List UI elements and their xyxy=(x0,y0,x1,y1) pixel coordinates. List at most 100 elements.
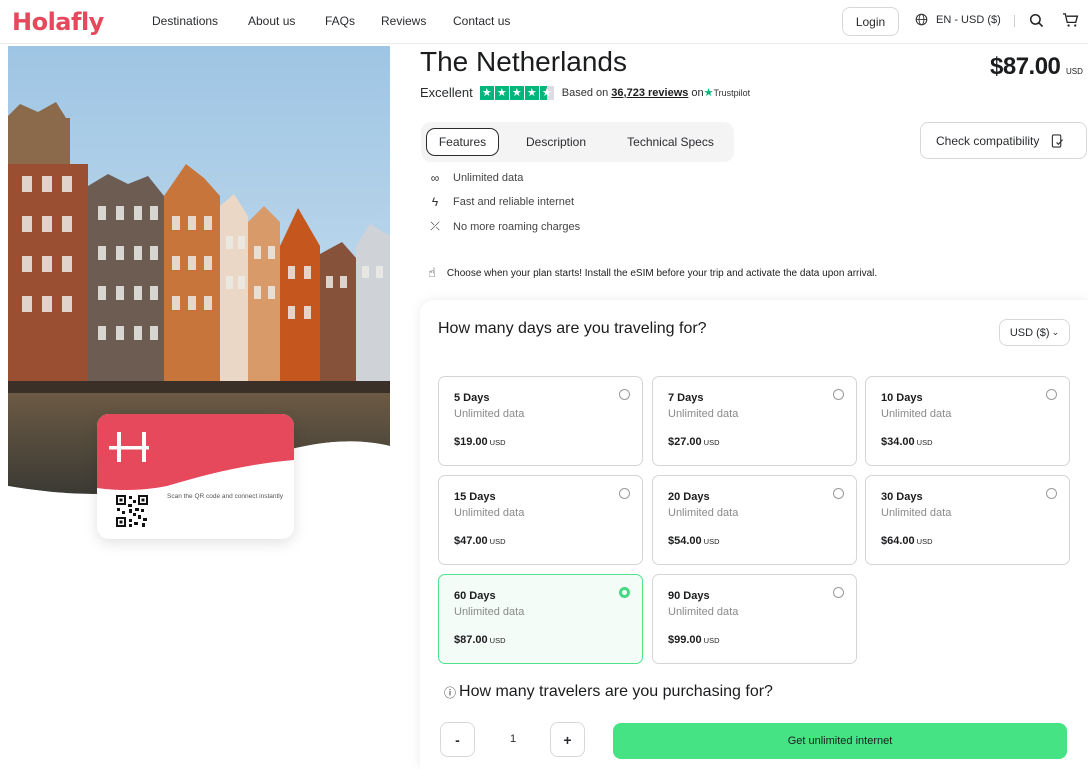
check-compatibility-button[interactable]: Check compatibility xyxy=(920,122,1087,159)
no-roaming-icon: ⤫ xyxy=(430,219,440,233)
language-currency-label: EN - USD ($) xyxy=(936,13,1001,26)
plan-price: $34.00 USD xyxy=(881,436,933,448)
on-label: on xyxy=(691,87,704,99)
plan-days: 60 Days xyxy=(454,590,496,602)
lightning-icon: ϟ xyxy=(431,195,439,209)
cart-icon[interactable] xyxy=(1062,12,1079,28)
nav-contact-us[interactable]: Contact us xyxy=(453,14,510,28)
holafly-logo[interactable]: Holafly xyxy=(12,8,104,36)
plan-data: Unlimited data xyxy=(454,408,525,420)
plan-option-30-days[interactable]: 30 Days Unlimited data $64.00 USD xyxy=(865,475,1070,565)
trustpilot-name: Trustpilot xyxy=(713,88,751,98)
increase-travelers-button[interactable]: + xyxy=(550,722,585,757)
login-button[interactable]: Login xyxy=(842,7,899,36)
plan-option-15-days[interactable]: 15 Days Unlimited data $47.00 USD xyxy=(438,475,643,565)
infinity-icon: ∞ xyxy=(430,171,440,185)
plan-data: Unlimited data xyxy=(668,507,739,519)
star-icon: ★ xyxy=(524,85,539,100)
currency-select[interactable]: USD ($) ⌄ xyxy=(999,319,1070,346)
star-icon: ★ xyxy=(494,85,509,100)
nav-destinations[interactable]: Destinations xyxy=(152,14,218,28)
plan-data: Unlimited data xyxy=(881,408,952,420)
plan-radio[interactable] xyxy=(1046,488,1057,499)
feature-item: ⤫ No more roaming charges xyxy=(428,219,580,234)
feature-label: Unlimited data xyxy=(453,172,524,184)
plan-option-10-days[interactable]: 10 Days Unlimited data $34.00 USD xyxy=(865,376,1070,466)
plan-option-90-days[interactable]: 90 Days Unlimited data $99.00 USD xyxy=(652,574,857,664)
plan-radio[interactable] xyxy=(833,389,844,400)
plan-price: $27.00 USD xyxy=(668,436,720,448)
plan-days: 10 Days xyxy=(881,392,923,404)
plan-days: 15 Days xyxy=(454,491,496,503)
plan-option-5-days[interactable]: 5 Days Unlimited data $19.00 USD xyxy=(438,376,643,466)
globe-icon xyxy=(915,13,928,26)
travelers-question-text: How many travelers are you purchasing fo… xyxy=(459,683,773,700)
plan-option-60-days[interactable]: 60 Days Unlimited data $87.00 USD xyxy=(438,574,643,664)
esim-card-header xyxy=(97,414,294,490)
reviews-count-link[interactable]: 36,723 reviews xyxy=(611,87,688,99)
plan-selector-panel: How many days are you traveling for? USD… xyxy=(420,300,1088,769)
reviews-summary: Based on 36,723 reviews xyxy=(562,87,689,99)
trustpilot-rating: Excellent ★ ★ ★ ★ ★ Based on 36,723 revi… xyxy=(420,85,750,100)
page-title: The Netherlands xyxy=(420,46,628,77)
search-icon[interactable] xyxy=(1029,13,1044,28)
star-icon: ★ xyxy=(479,85,494,100)
travelers-quantity: 1 xyxy=(510,733,517,745)
based-on-label: Based on xyxy=(561,86,609,99)
plan-radio[interactable] xyxy=(833,488,844,499)
info-icon[interactable]: ⓘ xyxy=(444,684,456,701)
product-price: $87.00 xyxy=(990,53,1061,80)
plan-days: 20 Days xyxy=(668,491,710,503)
nav-reviews[interactable]: Reviews xyxy=(381,14,426,28)
feature-item: ϟ Fast and reliable internet xyxy=(428,195,574,209)
plan-radio[interactable] xyxy=(833,587,844,598)
rating-stars: ★ ★ ★ ★ ★ xyxy=(479,85,554,100)
check-compatibility-label: Check compatibility xyxy=(936,133,1040,148)
chevron-down-icon: ⌄ xyxy=(1051,327,1060,337)
nav-about-us[interactable]: About us xyxy=(248,14,295,28)
plan-price: $47.00 USD xyxy=(454,535,506,547)
half-star-icon: ★ xyxy=(539,85,554,100)
plan-days: 30 Days xyxy=(881,491,923,503)
product-price-currency: USD xyxy=(1066,67,1083,76)
esim-card-caption: Scan the QR code and connect instantly xyxy=(167,493,283,500)
plan-data: Unlimited data xyxy=(668,408,739,420)
plan-radio[interactable] xyxy=(1046,389,1057,400)
plan-price: $54.00 USD xyxy=(668,535,720,547)
feature-label: Fast and reliable internet xyxy=(453,196,575,208)
nav-faqs[interactable]: FAQs xyxy=(325,14,355,28)
activation-notice: ☝ Choose when your plan starts! Install … xyxy=(428,265,877,281)
plan-data: Unlimited data xyxy=(881,507,952,519)
currency-select-value: USD ($) xyxy=(1009,326,1050,339)
plan-price: $87.00 USD xyxy=(454,634,506,646)
qr-code-icon xyxy=(115,494,149,528)
plan-option-7-days[interactable]: 7 Days Unlimited data $27.00 USD xyxy=(652,376,857,466)
plan-price: $19.00 USD xyxy=(454,436,506,448)
get-unlimited-internet-button[interactable]: Get unlimited internet xyxy=(613,723,1067,759)
plan-option-20-days[interactable]: 20 Days Unlimited data $54.00 USD xyxy=(652,475,857,565)
feature-label: No more roaming charges xyxy=(453,220,581,233)
plan-days: 7 Days xyxy=(668,392,704,404)
trustpilot-brand[interactable]: on★Trustpilot xyxy=(691,86,750,99)
days-question: How many days are you traveling for? xyxy=(438,320,707,337)
activation-notice-text: Choose when your plan starts! Install th… xyxy=(446,267,878,279)
language-currency-selector[interactable]: EN - USD ($) xyxy=(915,13,1001,26)
plan-radio[interactable] xyxy=(619,488,630,499)
trustpilot-star-icon: ★ xyxy=(703,87,714,99)
esim-card: Scan the QR code and connect instantly xyxy=(97,414,294,539)
plan-price: $64.00 USD xyxy=(881,535,933,547)
plan-data: Unlimited data xyxy=(454,606,525,618)
decrease-travelers-button[interactable]: - xyxy=(440,722,475,757)
feature-item: ∞ Unlimited data xyxy=(428,171,524,185)
hand-pointer-icon: ☝ xyxy=(428,265,436,280)
product-tabs: Features Description Technical Specs xyxy=(421,122,734,162)
tab-features[interactable]: Features xyxy=(426,128,499,156)
plan-radio-selected[interactable] xyxy=(619,587,630,598)
plan-days: 90 Days xyxy=(668,590,710,602)
tab-description[interactable]: Description xyxy=(511,128,601,156)
plan-data: Unlimited data xyxy=(668,606,739,618)
header: Holafly Destinations About us FAQs Revie… xyxy=(0,0,1088,44)
tab-technical-specs[interactable]: Technical Specs xyxy=(613,128,728,156)
rating-label: Excellent xyxy=(420,85,473,100)
plan-radio[interactable] xyxy=(619,389,630,400)
